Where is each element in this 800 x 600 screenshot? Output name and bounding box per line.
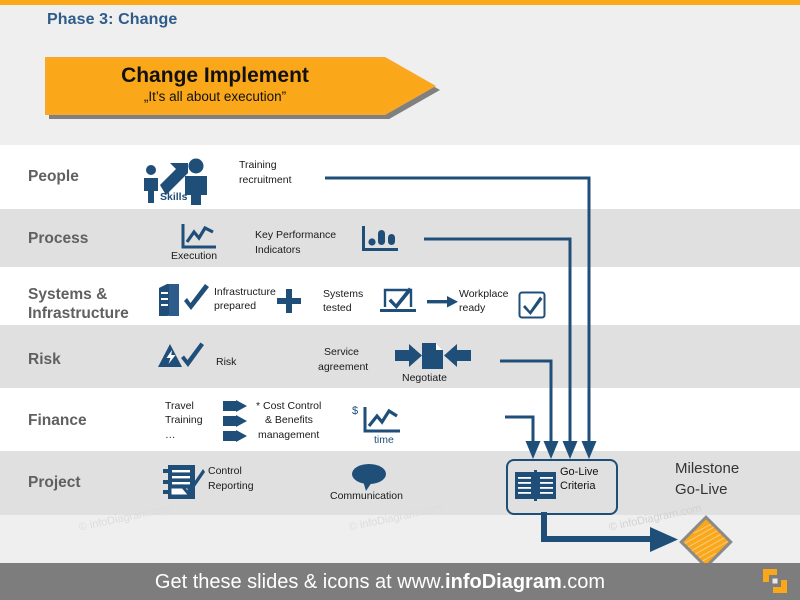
- footer-text: Get these slides & icons at www.infoDiag…: [0, 568, 760, 596]
- go-live-label-1: Go-Live: [560, 466, 599, 478]
- systems-ready-label-1: Workplace: [459, 288, 509, 300]
- systems-infra-label-1: Infrastructure: [214, 286, 276, 298]
- risk-check-icon: [157, 342, 207, 371]
- dollar-time-chart-icon: [362, 405, 402, 435]
- row-label-process: Process: [28, 230, 89, 247]
- milestone-label: Milestone Go-Live: [675, 458, 795, 500]
- finance-time-label: time: [374, 434, 394, 446]
- checkbox-icon: [518, 291, 546, 319]
- footer-brand: infoDiagram: [445, 571, 562, 593]
- finance-dollar-label: $: [352, 405, 359, 417]
- footer-prefix: Get these slides & icons at www.: [154, 571, 446, 593]
- row-process: [0, 209, 800, 267]
- line-chart-icon: [180, 222, 218, 250]
- row-label-people: People: [28, 168, 79, 185]
- finance-cost-label-2: & Benefits: [265, 414, 313, 426]
- finance-travel-label: Travel: [165, 400, 194, 412]
- systems-infra-label-2: prepared: [214, 300, 257, 312]
- row-people: [0, 145, 800, 209]
- process-kpi-label-1: Key Performance: [255, 229, 337, 241]
- banner-text-block: Change Implement „It’s all about executi…: [45, 63, 385, 106]
- arrowhead-milestone: [650, 527, 678, 552]
- people-skills-label: Skills: [160, 191, 188, 203]
- finance-cost-label-1: * Cost Control: [256, 400, 322, 412]
- risk-service-label-1: Service: [324, 346, 360, 358]
- banner-title: Change Implement: [121, 64, 309, 87]
- banner-subtitle: „It’s all about execution”: [143, 89, 287, 104]
- project-communication-label: Communication: [330, 490, 403, 502]
- speech-bubble-icon: [350, 463, 390, 493]
- finance-cost-label-3: management: [258, 429, 320, 441]
- slide-canvas: Phase 3: Change Change Implement „It’s a…: [0, 0, 800, 600]
- bar-chart-icon: [360, 225, 400, 253]
- triple-arrow-icon: [223, 400, 249, 444]
- people-recruitment-label: recruitment: [239, 174, 292, 186]
- laptop-check-icon: [378, 285, 418, 315]
- risk-caption-label: Risk: [216, 356, 237, 368]
- milestone-label-1: Milestone: [675, 460, 740, 477]
- finance-dots-label: …: [165, 429, 176, 441]
- plus-icon: [276, 288, 302, 314]
- checklist-icon: [163, 463, 205, 503]
- project-control-label: Control: [208, 465, 242, 477]
- infodiagram-logo[interactable]: [762, 568, 788, 594]
- risk-service-label-2: agreement: [318, 361, 369, 373]
- book-icon: [514, 468, 558, 502]
- row-label-systems-1: Systems &: [28, 286, 108, 303]
- server-check-icon: [157, 283, 213, 317]
- footer-suffix: .com: [561, 571, 606, 593]
- process-execution-label: Execution: [171, 250, 218, 262]
- go-live-label-2: Criteria: [560, 479, 596, 492]
- systems-tested-label-1: Systems: [323, 288, 364, 300]
- row-label-finance: Finance: [28, 412, 87, 429]
- row-label-project: Project: [28, 474, 81, 491]
- risk-negotiate-label: Negotiate: [402, 372, 447, 384]
- process-kpi-label-2: Indicators: [255, 244, 301, 256]
- page-title: Phase 3: Change: [47, 11, 178, 28]
- people-training-label: Training: [239, 159, 277, 171]
- project-reporting-label: Reporting: [208, 480, 254, 492]
- row-label-systems-2: Infrastructure: [28, 305, 129, 322]
- milestone-label-2: Go-Live: [675, 481, 728, 498]
- phase-banner: Change Implement „It’s all about executi…: [45, 57, 440, 119]
- arrow-right-icon: [427, 294, 459, 310]
- systems-tested-label-2: tested: [323, 302, 352, 314]
- top-accent-bar: [0, 0, 800, 5]
- systems-ready-label-2: ready: [459, 302, 486, 314]
- row-label-risk: Risk: [28, 351, 61, 368]
- finance-training-label: Training: [165, 414, 203, 426]
- negotiate-icon: [395, 341, 471, 371]
